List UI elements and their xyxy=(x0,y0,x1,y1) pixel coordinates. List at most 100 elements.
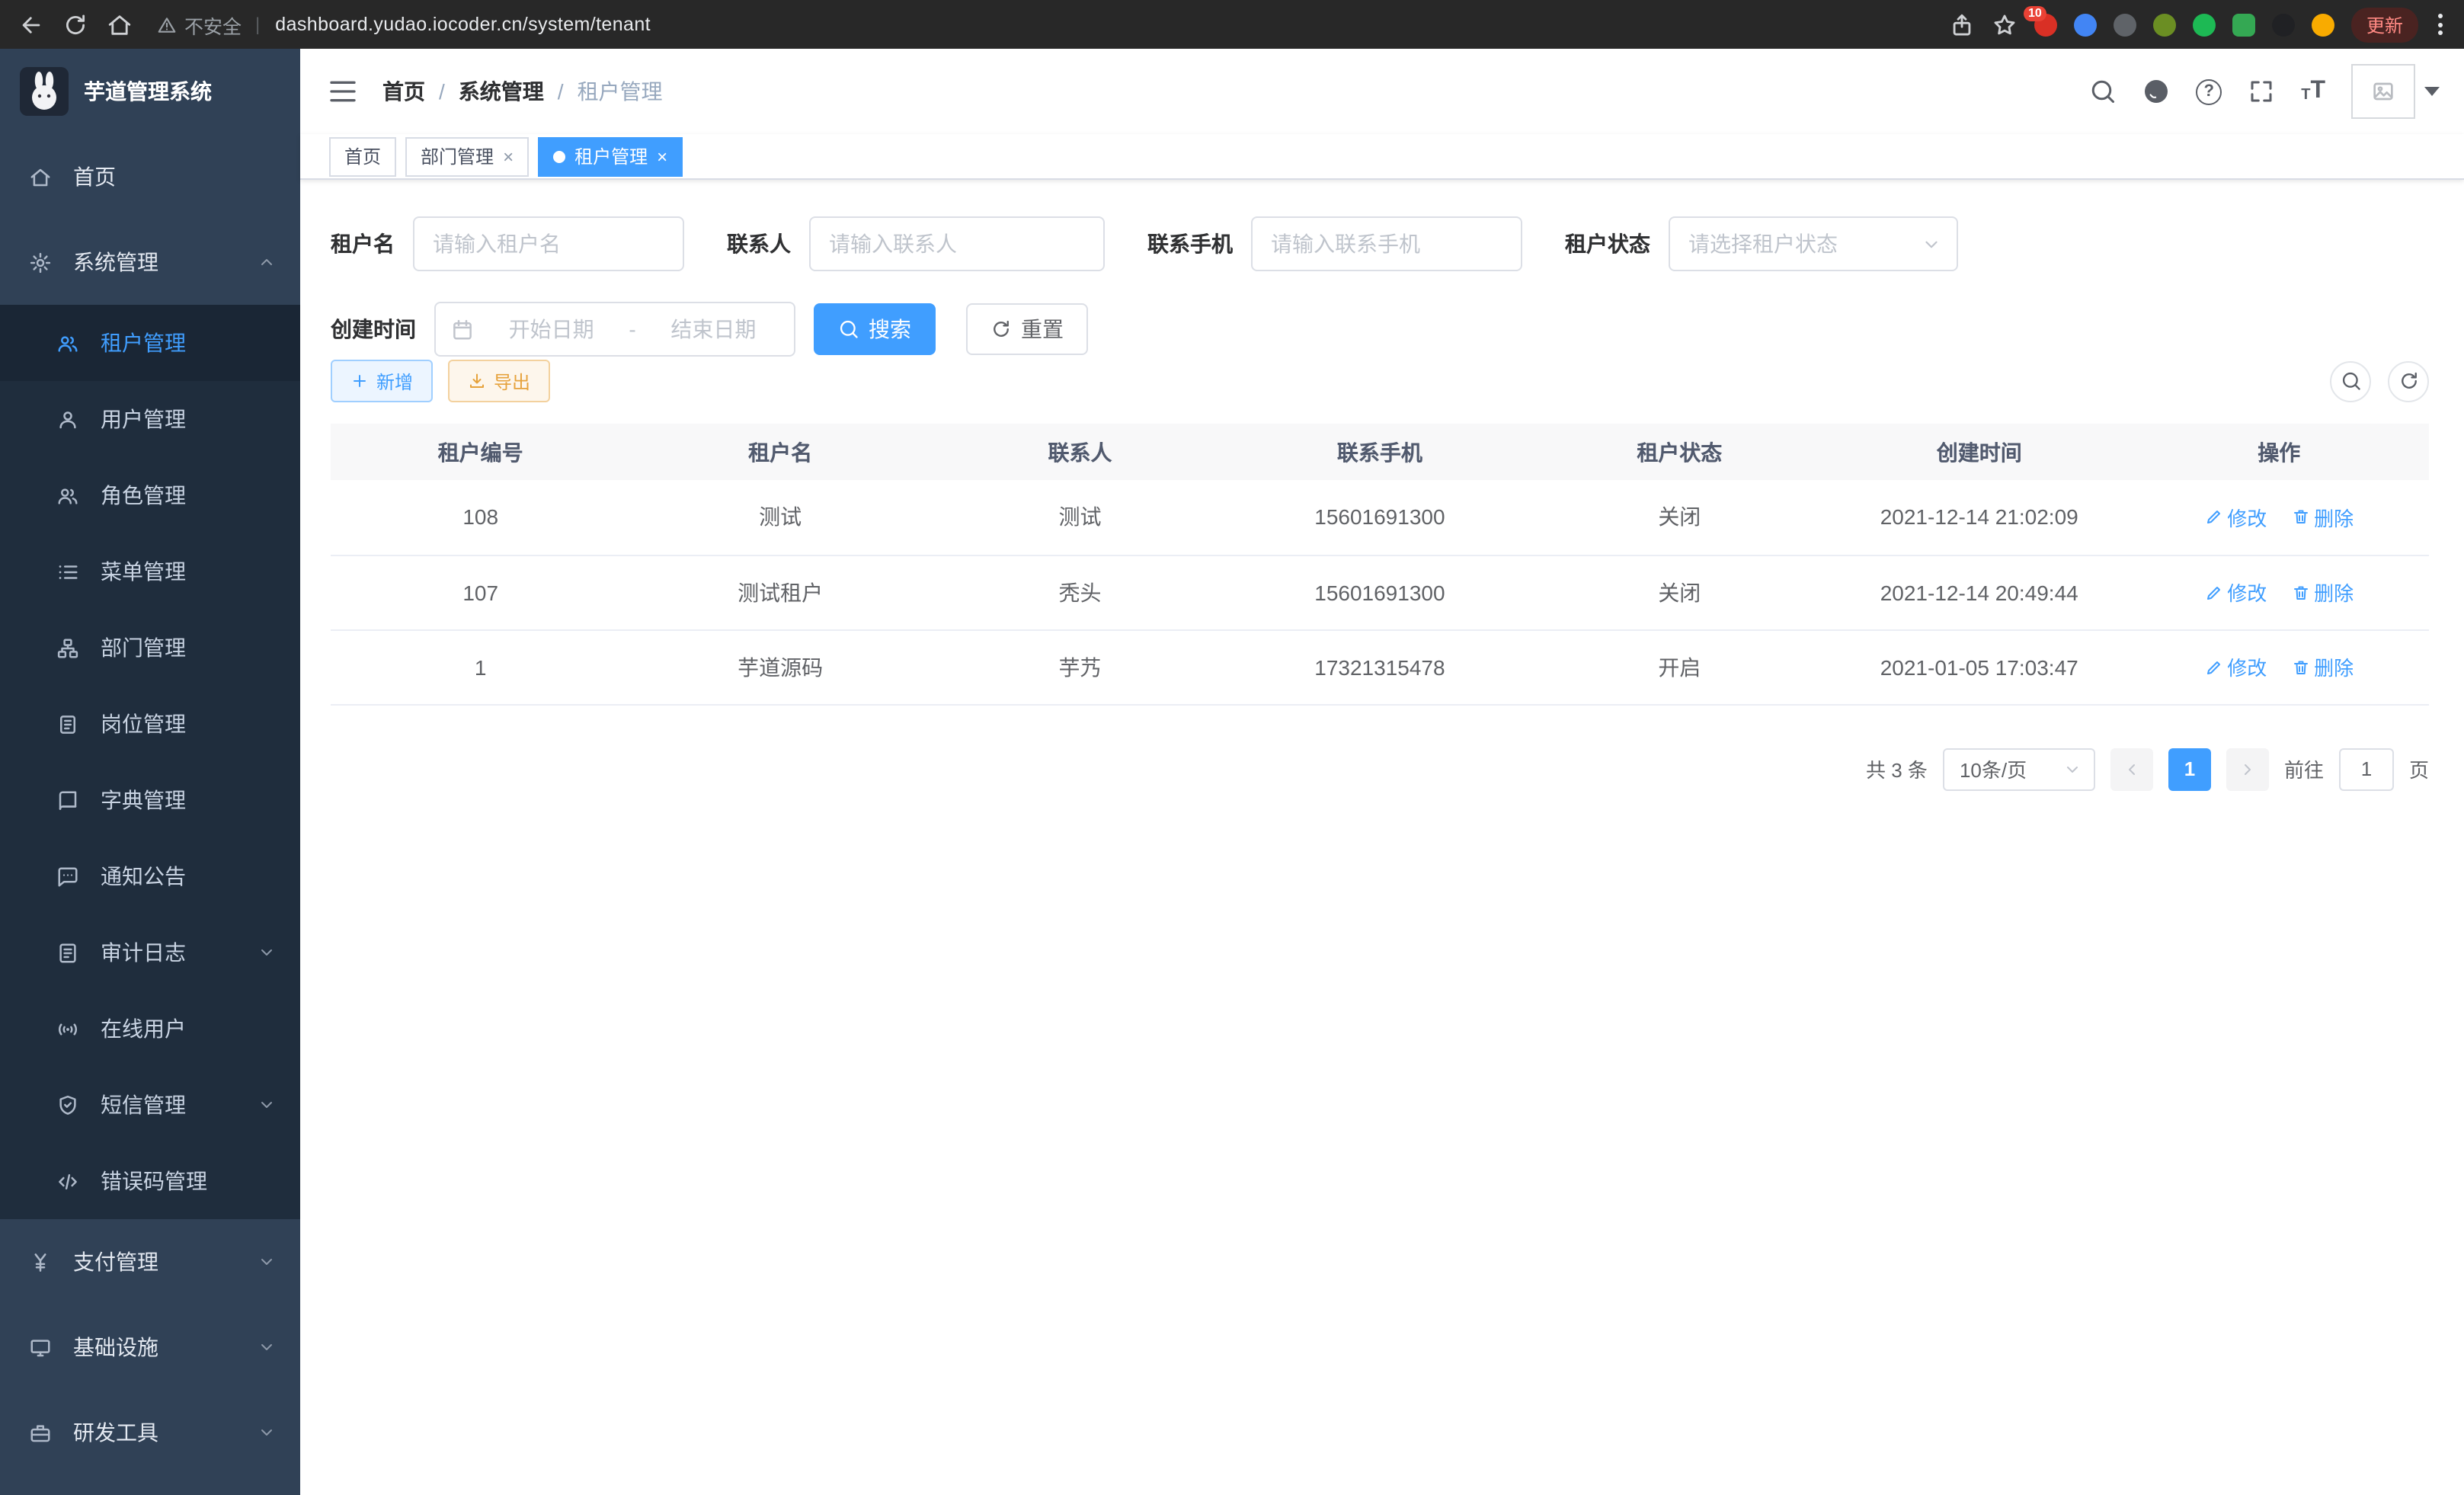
sidebar-item-online-users[interactable]: 在线用户 xyxy=(0,991,300,1067)
font-size-icon[interactable]: TT xyxy=(2301,79,2325,104)
tab-label: 首页 xyxy=(344,143,381,169)
sidebar-item-roles[interactable]: 角色管理 xyxy=(0,457,300,533)
sidebar-fold-icon[interactable] xyxy=(328,76,358,107)
calendar-icon xyxy=(451,318,474,341)
add-button[interactable]: 新增 xyxy=(331,360,433,402)
sidebar-item-posts[interactable]: 岗位管理 xyxy=(0,686,300,762)
refresh-icon[interactable] xyxy=(62,11,88,37)
sidebar-item-payment[interactable]: 支付管理 xyxy=(0,1219,300,1305)
sidebar-item-error-codes[interactable]: 错误码管理 xyxy=(0,1143,300,1219)
bookmark-star-icon[interactable] xyxy=(1992,11,2018,37)
extension-icon[interactable] xyxy=(2193,13,2216,36)
page-size-select[interactable]: 10条/页 xyxy=(1943,748,2095,790)
cell-actions: 修改 删除 xyxy=(2129,480,2429,555)
fullscreen-icon[interactable] xyxy=(2248,78,2275,105)
cell-actions: 修改 删除 xyxy=(2129,555,2429,629)
cell-created: 2021-01-05 17:03:47 xyxy=(1829,629,2129,704)
date-range-picker[interactable]: 开始日期 - 结束日期 xyxy=(434,302,795,357)
github-icon[interactable] xyxy=(2142,78,2170,105)
home-icon[interactable] xyxy=(107,11,133,37)
search-toggle-button[interactable] xyxy=(2330,360,2371,402)
sidebar-item-users[interactable]: 用户管理 xyxy=(0,381,300,457)
tab-home[interactable]: 首页 xyxy=(329,136,396,176)
status-select[interactable]: 请选择租户状态 xyxy=(1669,216,1958,271)
extension-icon[interactable] xyxy=(2114,13,2136,36)
refresh-table-button[interactable] xyxy=(2388,360,2429,402)
help-icon[interactable]: ? xyxy=(2196,78,2222,104)
extension-icon[interactable] xyxy=(2312,13,2334,36)
sidebar-item-system[interactable]: 系统管理 xyxy=(0,219,300,305)
sidebar-item-devtools[interactable]: 研发工具 xyxy=(0,1390,300,1475)
caret-down-icon[interactable] xyxy=(2424,87,2440,96)
extension-icon[interactable] xyxy=(2074,13,2097,36)
prev-page-button[interactable] xyxy=(2110,748,2153,790)
org-tree-icon xyxy=(56,636,79,659)
delete-link[interactable]: 删除 xyxy=(2291,503,2354,532)
edit-link[interactable]: 修改 xyxy=(2204,652,2267,681)
close-icon[interactable]: × xyxy=(503,147,514,165)
address-bar[interactable]: 不安全 | dashboard.yudao.iocoder.cn/system/… xyxy=(157,10,1949,39)
date-separator: - xyxy=(629,317,635,341)
phone-label: 联系手机 xyxy=(1147,229,1233,259)
avatar[interactable] xyxy=(2351,64,2415,119)
edit-link[interactable]: 修改 xyxy=(2204,503,2267,532)
sidebar-item-audit-log[interactable]: 审计日志 xyxy=(0,914,300,991)
breadcrumb-system[interactable]: 系统管理 xyxy=(459,76,544,107)
cell-contact: 芋艿 xyxy=(930,629,1230,704)
sidebar-item-sms[interactable]: 短信管理 xyxy=(0,1067,300,1143)
search-icon[interactable] xyxy=(2089,78,2117,105)
sidebar-item-tenant[interactable]: 租户管理 xyxy=(0,305,300,381)
extension-icon[interactable] xyxy=(2153,13,2176,36)
goto-page-input[interactable] xyxy=(2339,748,2394,790)
chevron-right-icon xyxy=(2238,760,2257,778)
cell-phone: 17321315478 xyxy=(1230,629,1529,704)
phone-input[interactable] xyxy=(1251,216,1522,271)
next-page-button[interactable] xyxy=(2226,748,2269,790)
sidebar-item-label: 角色管理 xyxy=(101,480,276,511)
screen: 不安全 | dashboard.yudao.iocoder.cn/system/… xyxy=(0,0,2464,1495)
search-button-label: 搜索 xyxy=(869,314,911,344)
edit-link[interactable]: 修改 xyxy=(2204,578,2267,607)
trash-icon xyxy=(2291,658,2309,676)
pagination: 共 3 条 10条/页 1 前往 页 xyxy=(300,748,2429,790)
sidebar-item-label: 通知公告 xyxy=(101,861,276,892)
sidebar-item-departments[interactable]: 部门管理 xyxy=(0,610,300,686)
reset-button[interactable]: 重置 xyxy=(966,303,1088,355)
cell-created: 2021-12-14 20:49:44 xyxy=(1829,555,2129,629)
create-time-label: 创建时间 xyxy=(331,314,416,344)
sidebar-item-label: 基础设施 xyxy=(73,1332,258,1362)
tab-department[interactable]: 部门管理 × xyxy=(405,136,529,176)
search-button[interactable]: 搜索 xyxy=(814,303,936,355)
chevron-down-icon xyxy=(1922,234,1941,254)
extension-icon[interactable] xyxy=(2272,13,2295,36)
chevron-up-icon xyxy=(258,253,276,271)
tenant-name-label: 租户名 xyxy=(331,229,395,259)
contact-input[interactable] xyxy=(809,216,1105,271)
roles-icon xyxy=(56,484,79,507)
sidebar-item-home[interactable]: 首页 xyxy=(0,134,300,219)
sidebar-item-infrastructure[interactable]: 基础设施 xyxy=(0,1305,300,1390)
contact-label: 联系人 xyxy=(727,229,791,259)
back-icon[interactable] xyxy=(18,11,44,37)
sidebar-item-dict[interactable]: 字典管理 xyxy=(0,762,300,838)
breadcrumb-home[interactable]: 首页 xyxy=(382,76,425,107)
security-indicator[interactable]: 不安全 xyxy=(157,10,242,39)
delete-link[interactable]: 删除 xyxy=(2291,578,2354,607)
sidebar-item-notice[interactable]: 通知公告 xyxy=(0,838,300,914)
extension-icon[interactable] xyxy=(2232,13,2255,36)
browser-update-button[interactable]: 更新 xyxy=(2351,7,2418,42)
close-icon[interactable]: × xyxy=(657,147,667,165)
goto-label: 前往 xyxy=(2284,754,2324,783)
edit-icon xyxy=(2204,583,2222,601)
filter-form: 租户名 联系人 联系手机 租户状态 请选择租户状态 xyxy=(300,180,2464,357)
app-logo[interactable]: 芋道管理系统 xyxy=(0,49,300,134)
extension-icon[interactable]: 10 xyxy=(2034,13,2057,36)
sidebar-item-menus[interactable]: 菜单管理 xyxy=(0,533,300,610)
export-button[interactable]: 导出 xyxy=(448,360,550,402)
tenant-name-input[interactable] xyxy=(413,216,684,271)
page-number-button[interactable]: 1 xyxy=(2168,748,2211,790)
tab-tenant[interactable]: 租户管理 × xyxy=(538,136,683,176)
share-icon[interactable] xyxy=(1949,11,1975,37)
browser-menu-icon[interactable] xyxy=(2435,11,2446,38)
delete-link[interactable]: 删除 xyxy=(2291,652,2354,681)
